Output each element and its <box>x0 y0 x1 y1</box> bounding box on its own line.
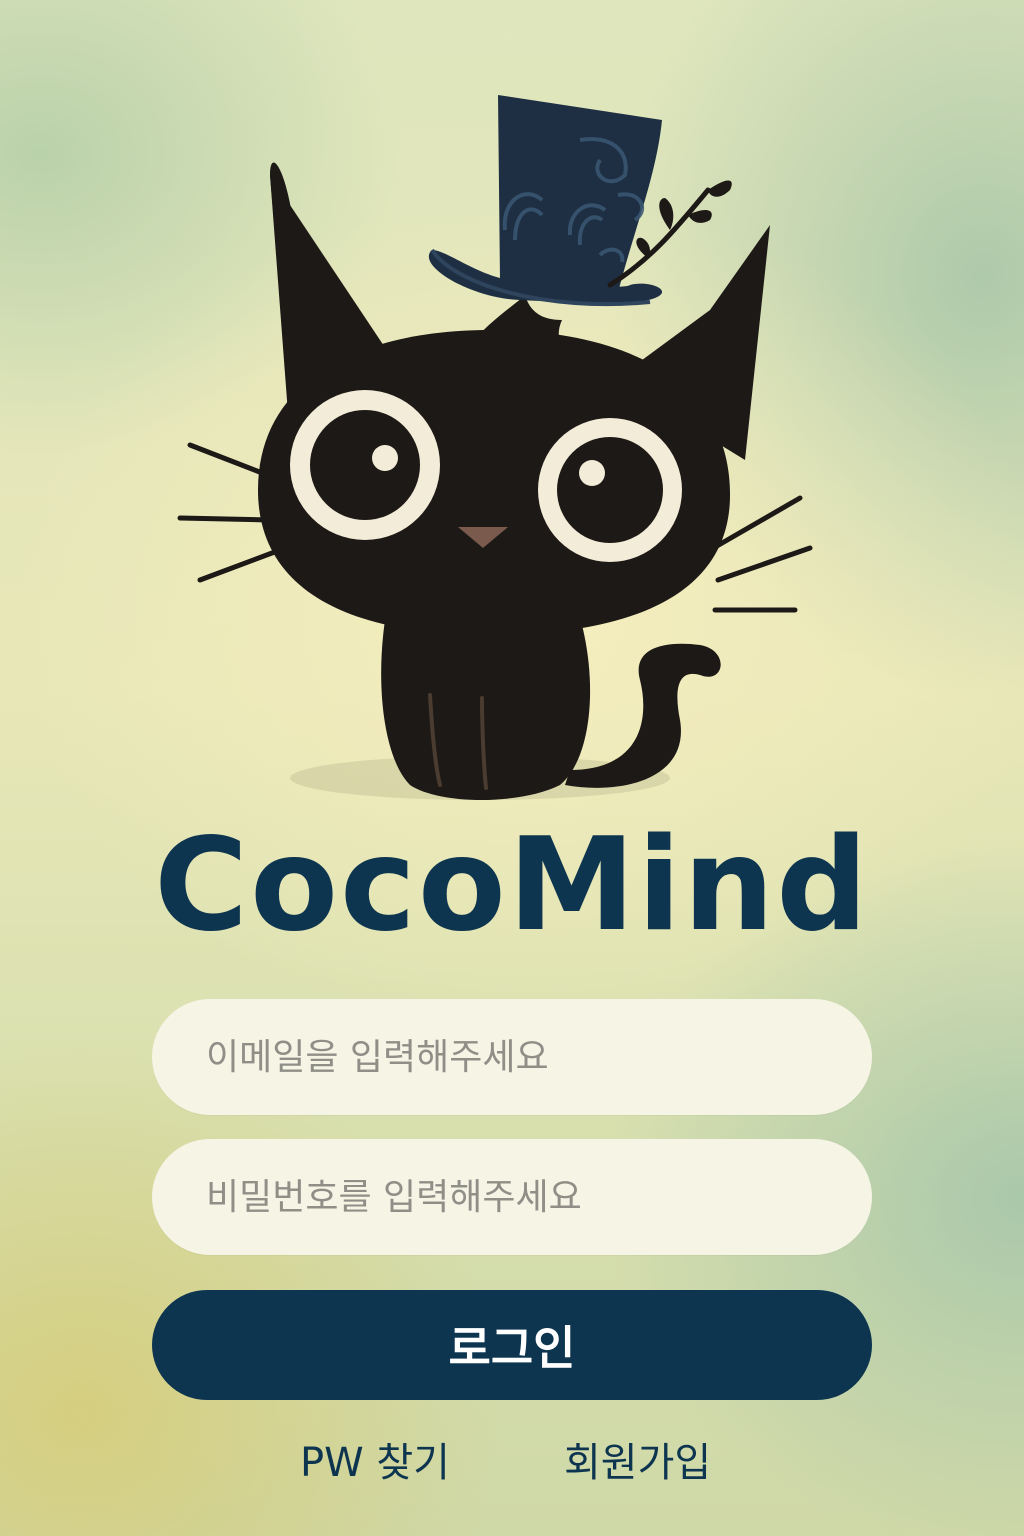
sign-up-link[interactable]: 회원가입 <box>564 1430 711 1488</box>
login-button[interactable]: 로그인 <box>152 1290 872 1400</box>
app-title: CocoMind <box>154 811 870 960</box>
email-field[interactable] <box>152 999 872 1115</box>
black-cat-top-hat-icon <box>177 95 813 800</box>
email-input[interactable] <box>204 1035 872 1079</box>
find-password-link[interactable]: PW 찾기 <box>300 1430 450 1488</box>
password-input[interactable] <box>204 1175 872 1219</box>
password-field[interactable] <box>152 1139 872 1255</box>
